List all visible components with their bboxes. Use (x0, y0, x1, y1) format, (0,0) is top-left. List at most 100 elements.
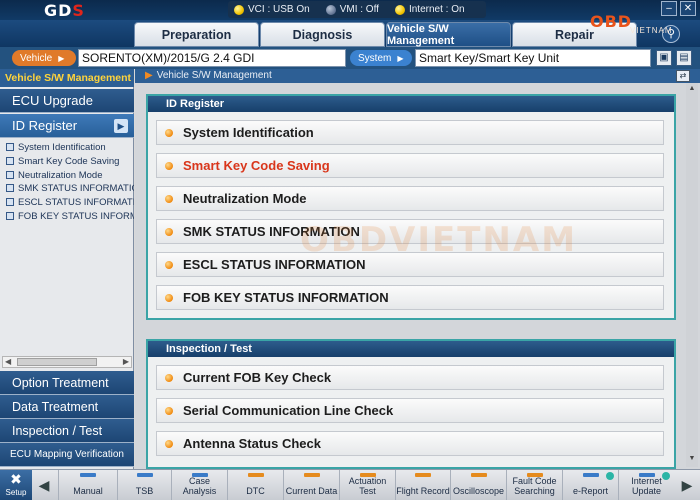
sidebar-subitem[interactable]: Neutralization Mode (6, 169, 134, 182)
connection-status: VCI : USB On VMI : Off Internet : On (228, 1, 486, 18)
tab-vehicle-sw-management[interactable]: Vehicle S/W Management (386, 22, 511, 47)
panel-title: Inspection / Test (148, 341, 674, 357)
list-bullet-icon (6, 157, 14, 166)
toolbar-button-label: DTC (246, 486, 265, 496)
panel-title: ID Register (148, 96, 674, 112)
bullet-icon (165, 374, 173, 382)
sidebar-subitem[interactable]: FOB KEY STATUS INFORMATION (6, 210, 134, 223)
arrow-right-icon: ▶ (114, 119, 128, 133)
toolbar-fault-code-searching-button[interactable]: Fault Code Searching (506, 470, 562, 500)
vehicle-selection-bar: Vehicle ▶ SORENTO(XM)/2015/G 2.4 GDI Syst… (0, 47, 700, 69)
vehicle-label-button[interactable]: Vehicle ▶ (12, 50, 76, 66)
system-field[interactable]: Smart Key/Smart Key Unit (415, 49, 651, 67)
list-bullet-icon (6, 143, 14, 152)
toolbar-button-label: e-Report (572, 486, 608, 496)
sidebar-item-option-treatment[interactable]: Option Treatment (0, 371, 134, 395)
toolbar-button-label: Flight Record (396, 486, 450, 496)
toolbar-button-label: Fault Code Searching (512, 476, 557, 496)
toolbar-dtc-button[interactable]: DTC (227, 470, 283, 500)
menu-item-fob-key-status[interactable]: FOB KEY STATUS INFORMATION (156, 285, 664, 310)
toolbar-flight-record-button[interactable]: Flight Record (395, 470, 450, 500)
sidebar-item-ecu-mapping-verification[interactable]: ECU Mapping Verification (0, 443, 134, 467)
dtc-icon (247, 473, 264, 477)
bullet-icon (165, 228, 173, 236)
list-bullet-icon (6, 198, 14, 207)
content-vertical-scrollbar[interactable]: ▲ ▼ (686, 83, 698, 467)
menu-item-current-fob-key-check[interactable]: Current FOB Key Check (156, 365, 664, 390)
tab-diagnosis[interactable]: Diagnosis (260, 22, 385, 47)
sidebar-subitem[interactable]: Smart Key Code Saving (6, 155, 134, 168)
arrow-right-icon: ▶ (58, 53, 65, 63)
toolbar-case-analysis-button[interactable]: Case Analysis (171, 470, 227, 500)
setup-button[interactable]: ✖ Setup (0, 470, 32, 500)
toolbar-next-icon[interactable]: ▶ (676, 470, 698, 500)
status-dot-icon (234, 4, 244, 15)
toolbar-manual-button[interactable]: Manual (58, 470, 117, 500)
sidebar-horizontal-scrollbar[interactable]: ◀ ▶ (2, 356, 132, 368)
scroll-left-icon[interactable]: ◀ (5, 357, 11, 366)
toolbar-oscilloscope-button[interactable]: Oscilloscope (450, 470, 506, 500)
bullet-icon (165, 407, 173, 415)
menu-item-antenna-status-check[interactable]: Antenna Status Check (156, 431, 664, 456)
sidebar-subitem[interactable]: SMK STATUS INFORMATION (6, 182, 134, 195)
e-report-icon (582, 473, 599, 477)
sidebar-title: Vehicle S/W Management (0, 69, 134, 87)
sidebar-item-data-treatment[interactable]: Data Treatment (0, 395, 134, 419)
wrench-icon: ✖ (10, 471, 22, 487)
list-bullet-icon (6, 184, 14, 193)
toolbar-button-label: Case Analysis (182, 476, 217, 496)
id-register-panel: ID Register System Identification Smart … (146, 94, 676, 320)
bottom-toolbar: ✖ Setup ◀ Manual TSB Case Analysis DTC Curren… (0, 469, 700, 500)
bullet-icon (165, 440, 173, 448)
internet-status: Internet : On (394, 4, 465, 15)
sidebar-item-id-register[interactable]: ID Register ▶ (0, 114, 134, 138)
actuation-test-icon (359, 473, 376, 477)
collapse-icon[interactable]: ⇄ (676, 70, 690, 82)
bullet-icon (165, 195, 173, 203)
bullet-icon (165, 129, 173, 137)
fault-code-searching-icon (526, 473, 543, 477)
sidebar-subitem[interactable]: ESCL STATUS INFORMATION (6, 196, 134, 209)
menu-item-smart-key-code-saving[interactable]: Smart Key Code Saving (156, 153, 664, 178)
menu-item-system-identification[interactable]: System Identification (156, 120, 664, 145)
list-bullet-icon (6, 212, 14, 221)
menu-item-smk-status[interactable]: SMK STATUS INFORMATION (156, 219, 664, 244)
scroll-down-icon[interactable]: ▼ (687, 455, 697, 465)
arrow-right-icon: ▶ (145, 70, 153, 81)
vehicle-field[interactable]: SORENTO(XM)/2015/G 2.4 GDI (78, 49, 346, 67)
status-dot-icon (325, 4, 336, 15)
obdvietnam-watermark-logo: OBD VIETNAM (590, 12, 673, 35)
scroll-right-icon[interactable]: ▶ (123, 357, 129, 366)
sidebar-item-ecu-upgrade[interactable]: ECU Upgrade (0, 89, 134, 113)
notification-badge-icon (662, 472, 670, 480)
toolbar-actuation-test-button[interactable]: Actuation Test (339, 470, 395, 500)
bullet-icon (165, 294, 173, 302)
arrow-right-icon: ▶ (397, 53, 404, 63)
list-bullet-icon (6, 171, 14, 180)
tab-preparation[interactable]: Preparation (134, 22, 259, 47)
menu-item-serial-communication-line-check[interactable]: Serial Communication Line Check (156, 398, 664, 423)
sidebar-item-inspection-test[interactable]: Inspection / Test (0, 419, 134, 443)
scroll-up-icon[interactable]: ▲ (687, 85, 697, 95)
toolbar-prev-icon[interactable]: ◀ (33, 470, 55, 500)
main-content: ▶ Vehicle S/W Management ⇄ ID Register Sy… (135, 69, 700, 469)
sidebar-subitem[interactable]: System Identification (6, 141, 134, 154)
menu-item-neutralization-mode[interactable]: Neutralization Mode (156, 186, 664, 211)
toolbar-e-report-button[interactable]: e-Report (562, 470, 618, 500)
status-dot-icon (394, 4, 405, 15)
inspection-test-panel: Inspection / Test Current FOB Key Check … (146, 339, 676, 469)
tsb-icon (136, 473, 153, 477)
print-icon[interactable]: ▤ (676, 50, 692, 66)
toolbar-current-data-button[interactable]: Current Data (283, 470, 339, 500)
menu-item-escl-status[interactable]: ESCL STATUS INFORMATION (156, 252, 664, 277)
toolbar-button-label: Current Data (285, 486, 338, 496)
camera-icon[interactable]: ▣ (656, 50, 672, 66)
system-label-button[interactable]: System ▶ (350, 50, 412, 66)
toolbar-tsb-button[interactable]: TSB (117, 470, 171, 500)
gds-logo: GDS (44, 1, 85, 20)
scroll-thumb[interactable] (17, 358, 97, 366)
toolbar-button-label: Actuation Test (348, 476, 387, 496)
case-analysis-icon (191, 473, 208, 477)
toolbar-internet-update-button[interactable]: Internet Update (618, 470, 674, 500)
flight-record-icon (415, 473, 431, 477)
